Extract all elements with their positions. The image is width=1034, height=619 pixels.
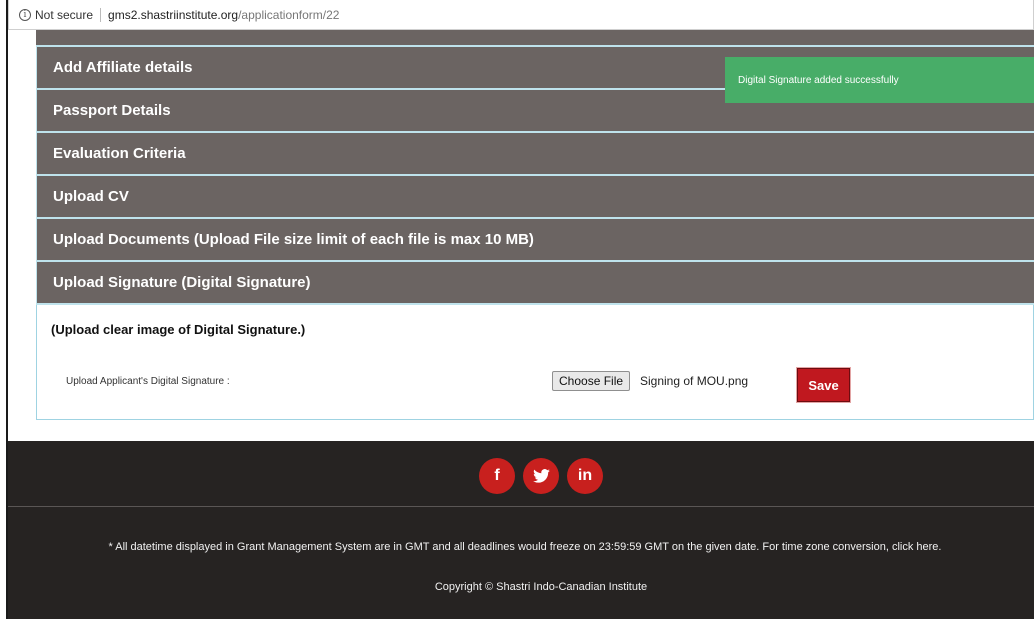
address-separator bbox=[100, 7, 102, 22]
section-title: Upload Documents (Upload File size limit… bbox=[53, 231, 534, 248]
footer-divider bbox=[8, 506, 1034, 507]
signature-field-label: Upload Applicant's Digital Signature : bbox=[66, 376, 230, 387]
twitter-icon[interactable] bbox=[523, 458, 559, 494]
section-title: Upload CV bbox=[53, 188, 129, 205]
section-title: Evaluation Criteria bbox=[53, 145, 186, 162]
section-title: Passport Details bbox=[53, 102, 171, 119]
twitter-bird-glyph bbox=[532, 469, 550, 483]
facebook-icon[interactable]: f bbox=[479, 458, 515, 494]
save-button[interactable]: Save bbox=[797, 368, 850, 402]
security-status[interactable]: Not secure bbox=[35, 8, 93, 22]
url-host[interactable]: gms2.shastriinstitute.org bbox=[108, 8, 238, 22]
signature-instruction: (Upload clear image of Digital Signature… bbox=[51, 322, 306, 337]
copyright: Copyright © Shastri Indo-Canadian Instit… bbox=[434, 581, 648, 593]
url-path[interactable]: /applicationform/22 bbox=[238, 8, 339, 22]
section-upload-cv[interactable]: Upload CV bbox=[36, 176, 1034, 219]
section-upload-signature[interactable]: Upload Signature (Digital Signature) bbox=[36, 262, 1034, 305]
accordion-previous-section-edge bbox=[36, 30, 1034, 47]
toast-message: Digital Signature added successfully bbox=[738, 74, 899, 86]
footer: f in * All datetime displayed in Grant M… bbox=[8, 441, 1034, 619]
section-upload-documents[interactable]: Upload Documents (Upload File size limit… bbox=[36, 219, 1034, 262]
section-evaluation-criteria[interactable]: Evaluation Criteria bbox=[36, 133, 1034, 176]
info-icon[interactable]: i bbox=[19, 8, 31, 21]
success-toast[interactable]: Digital Signature added successfully bbox=[725, 57, 1034, 103]
upload-signature-panel: (Upload clear image of Digital Signature… bbox=[36, 305, 1034, 420]
section-title: Upload Signature (Digital Signature) bbox=[53, 274, 311, 291]
choose-file-button[interactable]: Choose File bbox=[552, 371, 631, 391]
social-links: f in bbox=[8, 458, 1034, 494]
section-title: Add Affiliate details bbox=[53, 59, 193, 76]
selected-file-name: Signing of MOU.png bbox=[640, 374, 749, 388]
address-bar[interactable]: i Not secure gms2.shastriinstitute.org/a… bbox=[8, 0, 1034, 30]
linkedin-icon[interactable]: in bbox=[567, 458, 603, 494]
timezone-note[interactable]: * All datetime displayed in Grant Manage… bbox=[8, 541, 1034, 553]
